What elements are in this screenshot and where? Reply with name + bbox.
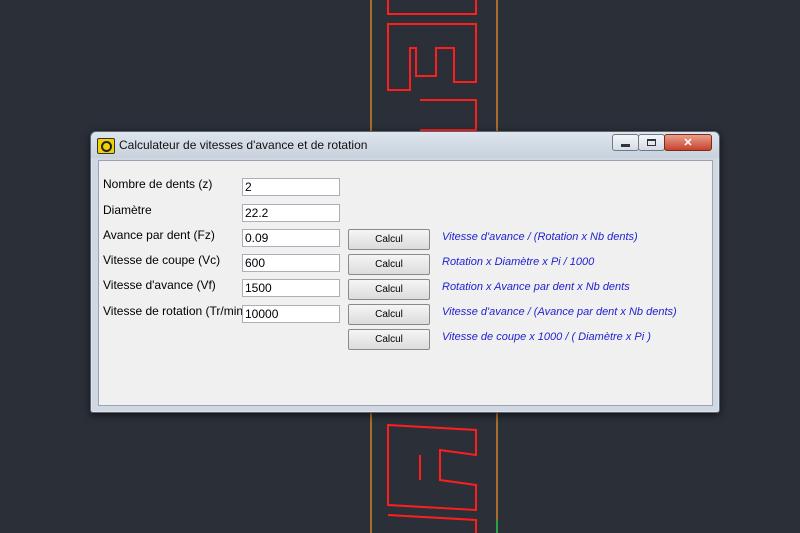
label-vitesse-de-coupe: Vitesse de coupe (Vc) bbox=[103, 253, 221, 267]
calcul-vitesse-d-avance-button[interactable]: Calcul bbox=[348, 279, 430, 300]
formula-vitesse-d-avance: Rotation x Avance par dent x Nb dents bbox=[442, 281, 630, 293]
formula-vitesse-de-rotation-vc: Vitesse de coupe x 1000 / ( Diamètre x P… bbox=[442, 331, 651, 343]
close-icon: ✕ bbox=[683, 137, 693, 149]
close-button[interactable]: ✕ bbox=[664, 134, 712, 151]
vitesse-de-rotation-field[interactable] bbox=[242, 305, 340, 323]
calculator-window: Calculateur de vitesses d'avance et de r… bbox=[90, 131, 720, 413]
label-avance-par-dent: Avance par dent (Fz) bbox=[103, 228, 215, 242]
maximize-button[interactable] bbox=[638, 134, 665, 151]
calcul-vitesse-de-rotation-vc-button[interactable]: Calcul bbox=[348, 329, 430, 350]
formula-vitesse-de-rotation-av: Vitesse d'avance / (Avance par dent x Nb… bbox=[442, 306, 677, 318]
label-vitesse-de-rotation: Vitesse de rotation (Tr/min) bbox=[103, 304, 248, 318]
title-bar[interactable]: Calculateur de vitesses d'avance et de r… bbox=[91, 132, 719, 158]
label-diametre: Diamètre bbox=[103, 203, 152, 217]
minimize-icon bbox=[621, 144, 630, 147]
avance-par-dent-field[interactable] bbox=[242, 229, 340, 247]
vitesse-de-coupe-field[interactable] bbox=[242, 254, 340, 272]
window-title: Calculateur de vitesses d'avance et de r… bbox=[119, 138, 368, 152]
diametre-field[interactable] bbox=[242, 204, 340, 222]
client-area: Nombre de dents (z) Diamètre Avance par … bbox=[98, 160, 713, 406]
label-vitesse-d-avance: Vitesse d'avance (Vf) bbox=[103, 278, 216, 292]
app-icon bbox=[97, 138, 115, 154]
formula-vitesse-de-coupe: Rotation x Diamètre x Pi / 1000 bbox=[442, 256, 595, 268]
calcul-avance-par-dent-button[interactable]: Calcul bbox=[348, 229, 430, 250]
calcul-vitesse-de-coupe-button[interactable]: Calcul bbox=[348, 254, 430, 275]
minimize-button[interactable] bbox=[612, 134, 639, 151]
formula-avance-par-dent: Vitesse d'avance / (Rotation x Nb dents) bbox=[442, 231, 638, 243]
vitesse-d-avance-field[interactable] bbox=[242, 279, 340, 297]
calcul-vitesse-de-rotation-av-button[interactable]: Calcul bbox=[348, 304, 430, 325]
nombre-de-dents-field[interactable] bbox=[242, 178, 340, 196]
label-nombre-de-dents: Nombre de dents (z) bbox=[103, 177, 213, 191]
maximize-icon bbox=[647, 139, 656, 146]
